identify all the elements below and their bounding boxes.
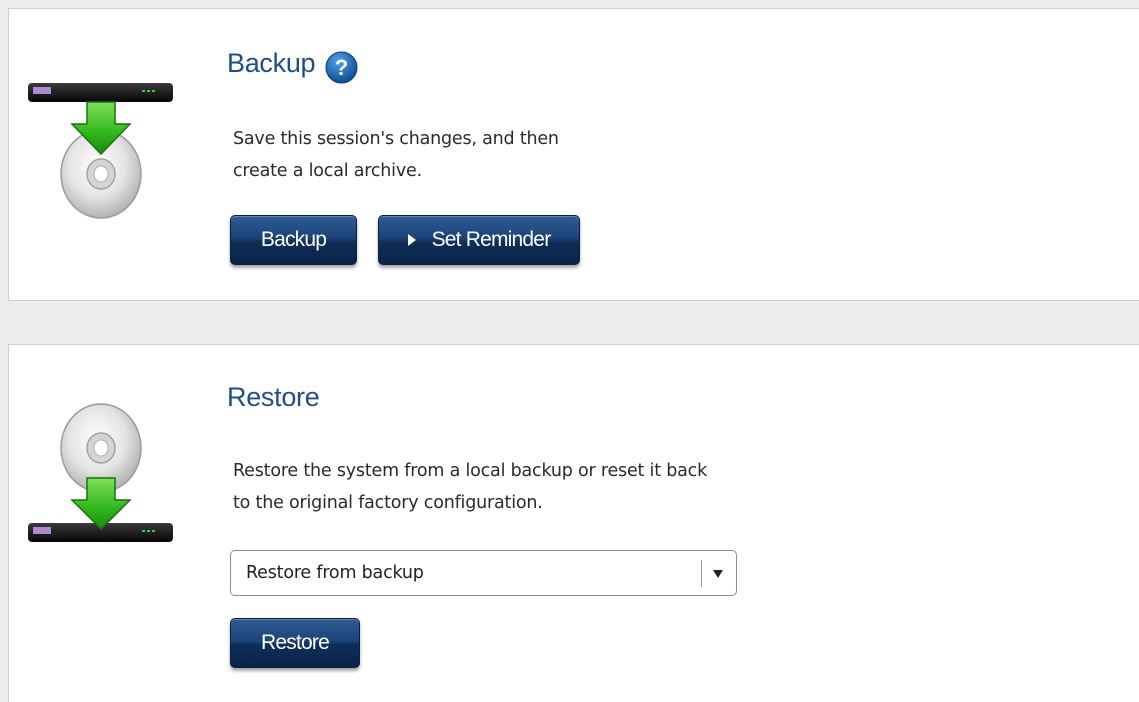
restore-type-select[interactable]: Restore from backup <box>230 550 737 596</box>
restore-title: Restore <box>227 382 320 412</box>
disc-to-device-icon <box>28 403 173 553</box>
help-icon[interactable]: ? <box>325 51 358 84</box>
restore-type-value: Restore from backup <box>246 563 424 583</box>
restore-description: Restore the system from a local backup o… <box>233 455 753 519</box>
backup-description-line1: Save this session's changes, and then <box>233 129 559 149</box>
restore-button-label: Restore <box>261 631 330 654</box>
backup-button[interactable]: Backup <box>230 215 357 265</box>
set-reminder-button[interactable]: Set Reminder <box>378 215 580 265</box>
play-icon <box>407 234 416 246</box>
restore-panel: Restore Restore the system from a local … <box>8 344 1139 702</box>
backup-description: Save this session's changes, and then cr… <box>233 123 613 187</box>
restore-description-line2: to the original factory configuration. <box>233 493 543 513</box>
select-divider <box>701 560 702 587</box>
restore-description-line1: Restore the system from a local backup o… <box>233 461 708 481</box>
backup-button-label: Backup <box>260 228 327 251</box>
backup-description-line2: create a local archive. <box>233 161 422 181</box>
set-reminder-label: Set Reminder <box>431 228 552 251</box>
svg-text:?: ? <box>335 55 348 80</box>
backup-panel: Backup ? Save this session's changes, an… <box>8 8 1139 301</box>
chevron-down-icon[interactable] <box>713 570 723 578</box>
backup-title: Backup <box>227 48 316 78</box>
device-to-disc-icon <box>28 75 173 225</box>
restore-button[interactable]: Restore <box>230 618 360 668</box>
